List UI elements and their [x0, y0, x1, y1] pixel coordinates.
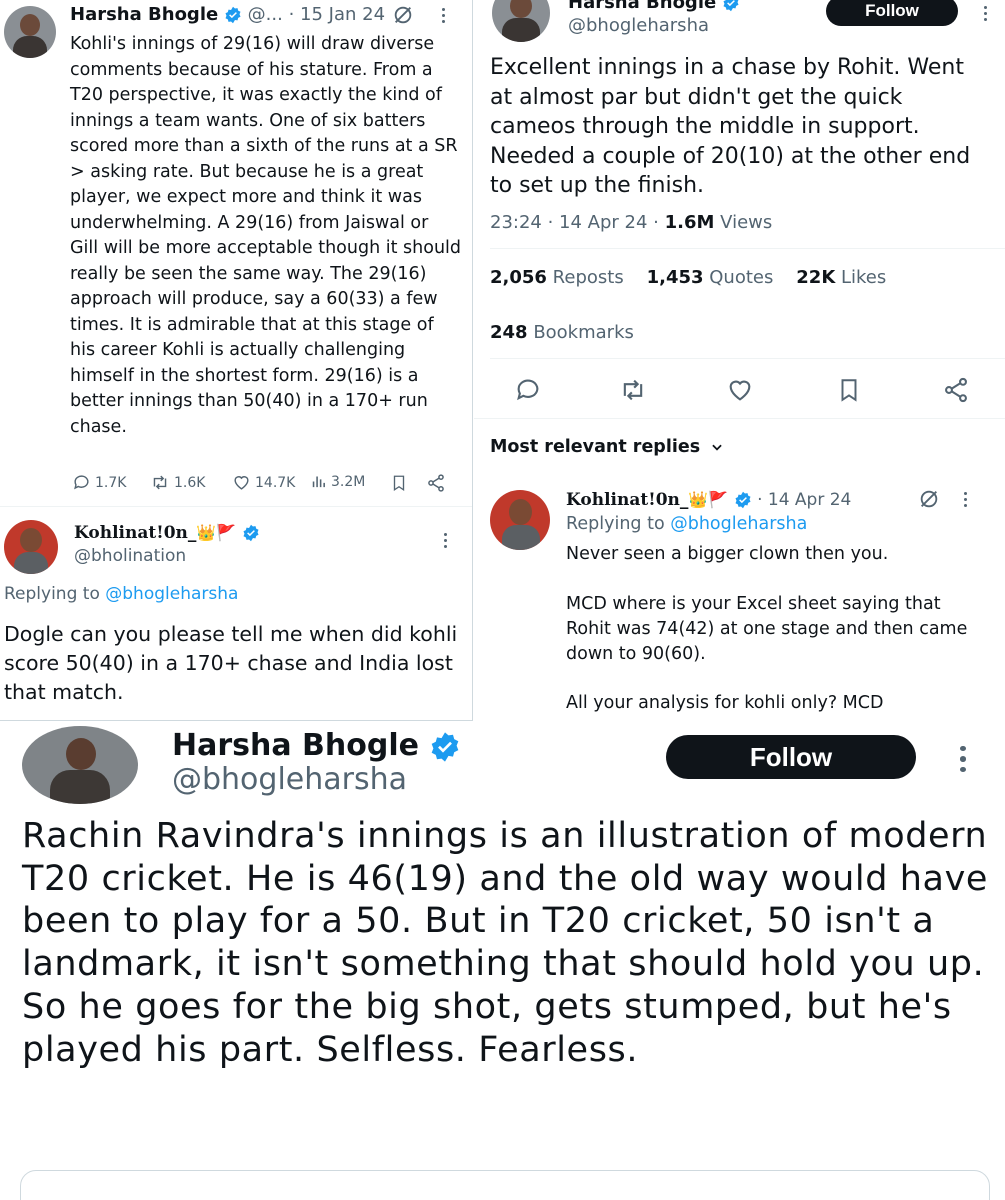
- tweet-time[interactable]: 23:24: [490, 212, 542, 233]
- views-button[interactable]: 3.2M: [310, 473, 365, 490]
- crown-flag-emoji: 👑🚩: [688, 490, 729, 509]
- verified-badge-icon: [723, 0, 739, 12]
- reply-avatar[interactable]: [4, 520, 58, 574]
- reply-button[interactable]: 1.7K: [72, 473, 126, 492]
- grok-icon[interactable]: [918, 488, 940, 510]
- reply-count: 1.7K: [95, 474, 127, 491]
- reply-text: Dogle can you please tell me when did ko…: [4, 622, 464, 704]
- more-options-icon[interactable]: [442, 533, 448, 551]
- divider: [490, 358, 1005, 359]
- heart-icon[interactable]: [726, 376, 754, 404]
- reply-author-handle[interactable]: @bholination: [74, 546, 186, 566]
- views-label: Views: [720, 212, 773, 233]
- divider: [0, 506, 472, 507]
- follow-button[interactable]: Follow: [826, 0, 958, 26]
- author-name[interactable]: Harsha Bhogle: [172, 728, 419, 763]
- tweet-text: Kohli's innings of 29(16) will draw dive…: [70, 34, 467, 437]
- bookmarks-stat[interactable]: 248 Bookmarks: [490, 322, 634, 343]
- like-button[interactable]: 14.7K: [232, 473, 295, 492]
- follow-button[interactable]: Follow: [666, 735, 916, 779]
- reposts-stat[interactable]: 2,056 Reposts: [490, 267, 624, 288]
- reply-text-line1: Never seen a bigger clown then you.: [566, 544, 889, 564]
- share-icon[interactable]: [942, 376, 970, 404]
- next-card-edge: [20, 1170, 990, 1200]
- divider: [490, 248, 1005, 249]
- more-options-icon[interactable]: [958, 746, 968, 772]
- share-icon[interactable]: [426, 473, 446, 493]
- replying-to-label: Replying to: [4, 584, 106, 604]
- author-avatar[interactable]: [492, 0, 550, 42]
- replying-to-label: Replying to: [566, 514, 671, 534]
- reply-text-line2: MCD where is your Excel sheet saying tha…: [566, 594, 973, 664]
- reply-author-name[interactable]: Kohlinat!0n_: [566, 490, 688, 510]
- repost-icon: [153, 475, 167, 490]
- replying-to-handle[interactable]: @bhogleharsha: [670, 514, 807, 534]
- likes-stat[interactable]: 22K Likes: [796, 267, 886, 288]
- bookmark-icon[interactable]: [836, 376, 862, 404]
- reply-author-name[interactable]: Kohlinat!0n_: [74, 523, 196, 543]
- author-avatar[interactable]: [22, 726, 138, 804]
- tweet-panel-right: Harsha Bhogle @bhogleharsha Follow Excel…: [474, 0, 1005, 720]
- verified-badge-icon: [431, 731, 458, 762]
- author-handle[interactable]: @bhogleharsha: [568, 15, 709, 36]
- verified-badge-icon: [225, 6, 241, 24]
- author-handle[interactable]: @...: [248, 4, 283, 25]
- reply-icon[interactable]: [514, 376, 542, 404]
- reply-date[interactable]: 14 Apr 24: [768, 490, 851, 510]
- chevron-down-icon: [712, 444, 722, 451]
- author-avatar[interactable]: [4, 6, 56, 58]
- bookmark-icon[interactable]: [390, 473, 408, 493]
- reply-icon: [74, 475, 89, 490]
- tweet-text: Excellent innings in a chase by Rohit. W…: [490, 55, 978, 198]
- replies-header: Most relevant replies: [490, 437, 701, 457]
- tweet-date[interactable]: 14 Apr 24: [559, 212, 647, 233]
- quotes-stat[interactable]: 1,453 Quotes: [647, 267, 774, 288]
- more-options-icon[interactable]: [982, 6, 988, 24]
- verified-badge-icon: [243, 524, 259, 542]
- author-name[interactable]: Harsha Bhogle: [568, 0, 716, 13]
- more-options-icon[interactable]: [962, 492, 968, 510]
- grok-icon[interactable]: [392, 4, 414, 26]
- crown-flag-emoji: 👑🚩: [196, 523, 237, 542]
- tweet-text: Rachin Ravindra's innings is an illustra…: [22, 816, 1000, 1070]
- replies-sort-dropdown[interactable]: Most relevant replies: [490, 437, 724, 457]
- analytics-icon: [312, 476, 325, 488]
- author-name[interactable]: Harsha Bhogle: [70, 4, 218, 25]
- repost-icon[interactable]: [618, 376, 648, 404]
- reply-avatar[interactable]: [490, 490, 550, 550]
- more-options-icon[interactable]: [440, 8, 446, 26]
- reply-text-line3: All your analysis for kohli only? MCD: [566, 693, 884, 713]
- tweet-panel-left: Harsha Bhogle @... · 15 Jan 24 Kohli's i…: [0, 0, 473, 721]
- replying-to-handle[interactable]: @bhogleharsha: [105, 584, 238, 604]
- tweet-panel-bottom: Harsha Bhogle @bhogleharsha Follow Rachi…: [0, 722, 1005, 1200]
- tweet-date[interactable]: 15 Jan 24: [300, 4, 385, 25]
- like-count: 14.7K: [255, 474, 296, 491]
- repost-count: 1.6K: [174, 474, 206, 491]
- author-handle[interactable]: @bhogleharsha: [172, 762, 407, 798]
- divider: [474, 418, 1005, 419]
- views-count: 1.6M: [664, 212, 715, 233]
- heart-icon: [234, 476, 249, 490]
- verified-badge-icon: [735, 491, 751, 509]
- views-count: 3.2M: [331, 473, 366, 490]
- repost-button[interactable]: 1.6K: [150, 473, 205, 492]
